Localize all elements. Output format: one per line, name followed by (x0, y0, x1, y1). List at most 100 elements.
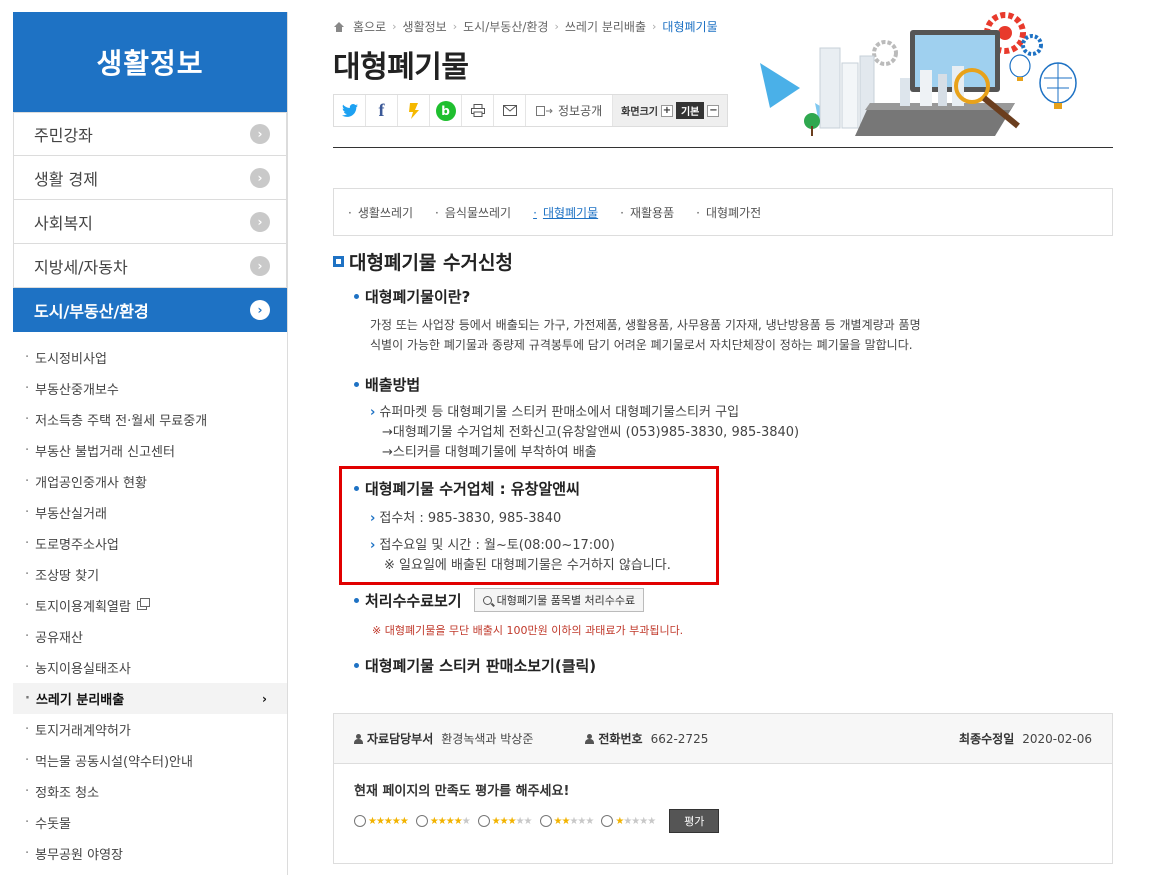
rating-option-4[interactable]: ★★★★★ (415, 815, 471, 827)
method-block: 배출방법 › 슈퍼마켓 등 대형폐기물 스티커 판매소에서 대형폐기물스티커 구입… (354, 374, 799, 463)
zoom-in-button[interactable]: + (660, 104, 673, 117)
method-heading: 배출방법 (354, 374, 799, 395)
sidebar-item-economy[interactable]: 생활 경제 › (13, 156, 287, 200)
submenu-item[interactable]: 공유재산 (13, 621, 287, 652)
page-info-row: 자료담당부서 환경녹색과 박상준 전화번호 662-2725 최종수정일 202… (334, 714, 1112, 764)
two-stars-icon: ★★★★★ (553, 815, 595, 827)
breadcrumb: 홈으로 › 생활정보 › 도시/부동산/환경 › 쓰레기 분리배출 › 대형폐기… (334, 18, 718, 35)
sidebar-item-label: 지방세/자동차 (34, 257, 128, 277)
tab-food-waste[interactable]: 음식물쓰레기 (435, 204, 511, 221)
breadcrumb-separator: › (652, 20, 657, 33)
radio-button[interactable] (354, 815, 366, 827)
submenu-item[interactable]: 부동산 불법거래 신고센터 (13, 435, 287, 466)
share-toolbar: f b 정보공개 화면크기 + 기본 − (333, 94, 729, 127)
submenu-item[interactable]: 정화조 청소 (13, 776, 287, 807)
band-icon[interactable]: b (430, 95, 462, 126)
section-title-text: 대형폐기물 수거신청 (349, 252, 513, 274)
chevron-right-icon: › (250, 299, 270, 320)
kakaostory-icon[interactable] (398, 95, 430, 126)
sidebar-item-lectures[interactable]: 주민강좌 › (13, 112, 287, 156)
submenu-item-label: 쓰레기 분리배출 (35, 693, 125, 708)
print-icon[interactable] (462, 95, 494, 126)
company-heading: 대형폐기물 수거업체 : 유창알앤씨 (354, 478, 671, 499)
zoom-reset-button[interactable]: 기본 (675, 102, 705, 119)
radio-button[interactable] (539, 815, 552, 827)
rating-option-1[interactable]: ★★★★★ (601, 815, 656, 827)
radio-button[interactable] (415, 815, 428, 827)
breadcrumb-home[interactable]: 홈으로 (353, 18, 386, 35)
info-disclosure-label: 정보공개 (558, 104, 603, 118)
sidebar: 생활정보 주민강좌 › 생활 경제 › 사회복지 › 지방세/자동차 › 도시/부동산/… (13, 12, 288, 875)
sunday-notice: ※ 일요일에 배출된 대형폐기물은 수거하지 않습니다. (384, 558, 671, 573)
mail-icon[interactable] (494, 95, 526, 126)
sidebar-item-city[interactable]: 도시/부동산/환경 › (13, 288, 287, 332)
submenu-item[interactable]: 토지거래계약허가 (13, 714, 287, 745)
section-title: 대형폐기물 수거신청 (333, 248, 513, 275)
fee-list-button[interactable]: 대형폐기물 품목별 처리수수료 (473, 588, 645, 612)
breadcrumb-item[interactable]: 생활정보 (403, 18, 447, 35)
info-disclosure-button[interactable]: 정보공개 (526, 95, 614, 126)
rating-option-3[interactable]: ★★★★★ (477, 815, 532, 827)
twitter-icon[interactable] (334, 95, 366, 126)
chevron-right-icon: › (370, 405, 376, 420)
breadcrumb-separator: › (452, 20, 458, 33)
chevron-right-icon: › (370, 511, 376, 526)
person-icon (354, 733, 363, 744)
method-line: →스티커를 대형폐기물에 부착하여 배출 (382, 445, 597, 460)
submenu-item-label: 토지이용계획열람 (35, 600, 131, 615)
submenu-item[interactable]: 개업공인중개사 현황 (13, 466, 287, 497)
contact-text: 접수처 : 985-3830, 985-3840 (379, 511, 562, 526)
page-title: 대형폐기물 (333, 50, 469, 85)
company-block: 대형폐기물 수거업체 : 유창알앤씨 › 접수처 : 985-3830, 985-… (354, 478, 671, 576)
tab-recyclables[interactable]: 재활용품 (620, 204, 674, 221)
submenu-item[interactable]: 부동산중개보수 (13, 373, 287, 404)
submenu-item[interactable]: 조상땅 찾기 (13, 559, 287, 590)
tab-bulky-appliances[interactable]: 대형폐가전 (696, 204, 761, 221)
hours-text: 접수요일 및 시간 : 월~토(08:00~17:00) (379, 538, 615, 553)
zoom-label: 화면크기 (621, 107, 658, 118)
what-line: 식별이 가능한 폐기물과 종량제 규격봉투에 담기 어려운 폐기물로서 자치단체… (370, 338, 913, 352)
header-divider (333, 147, 1113, 148)
submenu-item[interactable]: 도로명주소사업 (13, 528, 287, 559)
sidebar-submenu: 도시정비사업 부동산중개보수 저소득층 주택 전·월세 무료중개 부동산 불법거… (13, 342, 287, 869)
zoom-control: 화면크기 + 기본 − (613, 95, 728, 126)
sidebar-item-welfare[interactable]: 사회복지 › (13, 200, 287, 244)
sidebar-menu: 주민강좌 › 생활 경제 › 사회복지 › 지방세/자동차 › 도시/부동산/환경 › (13, 112, 287, 332)
breadcrumb-item[interactable]: 도시/부동산/환경 (463, 18, 548, 35)
submenu-item[interactable]: 도시정비사업 (13, 342, 287, 373)
chevron-right-icon: › (370, 538, 376, 553)
breadcrumb-item[interactable]: 쓰레기 분리배출 (565, 18, 646, 35)
radio-button[interactable] (477, 815, 490, 827)
zoom-out-button[interactable]: − (707, 104, 720, 117)
radio-button[interactable] (601, 815, 614, 827)
submenu-item-current[interactable]: 쓰레기 분리배출 › (13, 683, 287, 714)
submenu-item[interactable]: 농지이용실태조사 (13, 652, 287, 683)
submenu-item[interactable]: 부동산실거래 (13, 497, 287, 528)
search-icon (482, 595, 492, 605)
breadcrumb-separator: › (392, 20, 397, 33)
submit-rating-button[interactable]: 평가 (669, 809, 720, 833)
person-icon (585, 733, 595, 744)
sidebar-item-label: 생활 경제 (34, 169, 98, 189)
sidebar-item-label: 사회복지 (34, 213, 93, 233)
facebook-icon[interactable]: f (366, 95, 398, 126)
rating-option-5[interactable]: ★★★★★ (354, 815, 409, 827)
submenu-item[interactable]: 수돗물 (13, 807, 287, 838)
what-line: 가정 또는 사업장 등에서 배출되는 가구, 가전제품, 생활용품, 사무용품 … (370, 318, 921, 332)
rating-option-2[interactable]: ★★★★★ (539, 815, 595, 827)
tab-bulky-waste[interactable]: 대형폐기물 (533, 204, 598, 221)
sidebar-item-tax[interactable]: 지방세/자동차 › (13, 244, 287, 288)
phone-value: 662-2725 (650, 731, 709, 746)
what-description: 가정 또는 사업장 등에서 배출되는 가구, 가전제품, 생활용품, 사무용품 … (370, 315, 921, 355)
chevron-right-icon: › (250, 211, 270, 232)
submenu-item[interactable]: 토지이용계획열람 (13, 590, 287, 621)
submenu-item[interactable]: 먹는물 공동시설(약수터)안내 (13, 745, 287, 776)
submenu-item[interactable]: 봉무공원 야영장 (13, 838, 287, 869)
fee-block: 처리수수료보기 대형폐기물 품목별 처리수수료 ※ 대형폐기물을 무단 배출시 … (354, 588, 683, 638)
tab-general-waste[interactable]: 생활쓰레기 (348, 204, 413, 221)
header-illustration (760, 12, 1077, 136)
submenu-item[interactable]: 저소득층 주택 전·월세 무료중개 (13, 404, 287, 435)
sticker-shop-link[interactable]: 대형폐기물 스티커 판매소보기(클릭) (354, 655, 596, 676)
hours-line: › 접수요일 및 시간 : 월~토(08:00~17:00) (370, 536, 671, 556)
what-block: 대형폐기물이란? 가정 또는 사업장 등에서 배출되는 가구, 가전제품, 생활… (354, 286, 921, 355)
